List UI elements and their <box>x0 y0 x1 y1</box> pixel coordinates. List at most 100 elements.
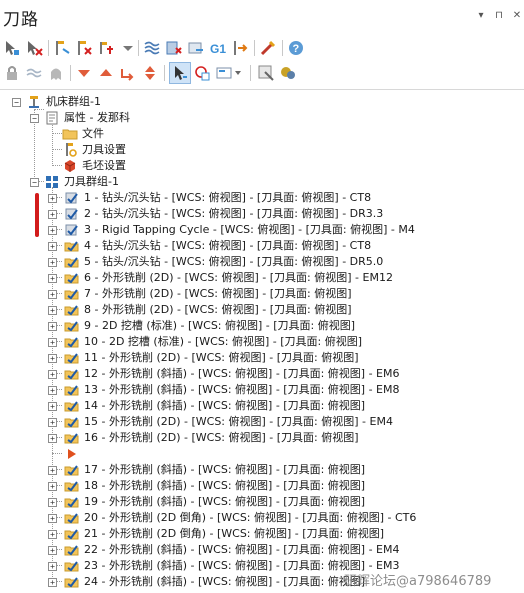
expand-toggle[interactable]: + <box>48 386 57 395</box>
tree-node-stock-setup[interactable]: 毛坯设置 <box>0 158 524 174</box>
operation-row[interactable]: +13 - 外形铣削 (斜插) - [WCS: 俯视图] - [刀具面: 俯视图… <box>0 382 524 398</box>
insert-arrow-row[interactable] <box>0 446 524 462</box>
folder-op-icon <box>64 334 80 350</box>
folder-op-icon <box>64 542 80 558</box>
hide-ghost-icon[interactable] <box>46 63 66 83</box>
post-selected-icon[interactable] <box>186 38 206 58</box>
expand-toggle[interactable]: + <box>48 466 57 475</box>
operation-row[interactable]: +6 - 外形铣削 (2D) - [WCS: 俯视图] - [刀具面: 俯视图]… <box>0 270 524 286</box>
select-cursor-icon[interactable] <box>169 62 191 84</box>
toggle-display-icon[interactable] <box>24 63 44 83</box>
expand-toggle[interactable]: + <box>48 562 57 571</box>
dropdown-icon[interactable] <box>118 38 138 58</box>
expand-toggle[interactable]: + <box>48 434 57 443</box>
tree-node-files[interactable]: 文件 <box>0 126 524 142</box>
select-all-operations-icon[interactable] <box>2 38 22 58</box>
operation-row[interactable]: +16 - 外形铣削 (2D) - [WCS: 俯视图] - [刀具面: 俯视图… <box>0 430 524 446</box>
folder-icon <box>62 126 78 142</box>
operation-row[interactable]: +18 - 外形铣削 (斜插) - [WCS: 俯视图] - [刀具面: 俯视图… <box>0 478 524 494</box>
select-dirty-icon[interactable] <box>96 38 116 58</box>
folder-op-icon <box>64 350 80 366</box>
expand-toggle[interactable]: + <box>48 354 57 363</box>
expand-toggle[interactable]: + <box>48 290 57 299</box>
expand-toggle[interactable]: + <box>48 322 57 331</box>
collapse-toggle[interactable]: − <box>12 98 21 107</box>
operation-row[interactable]: +11 - 外形铣削 (2D) - [WCS: 俯视图] - [刀具面: 俯视图… <box>0 350 524 366</box>
operation-row[interactable]: +12 - 外形铣削 (斜插) - [WCS: 俯视图] - [刀具面: 俯视图… <box>0 366 524 382</box>
move-insert-arrow-icon[interactable] <box>230 38 250 58</box>
expand-toggle[interactable]: + <box>48 370 57 379</box>
expand-toggle[interactable]: + <box>48 194 57 203</box>
insert-position-icon[interactable] <box>192 63 212 83</box>
operation-row[interactable]: +10 - 2D 挖槽 (标准) - [WCS: 俯视图] - [刀具面: 俯视… <box>0 334 524 350</box>
operation-label: 6 - 外形铣削 (2D) - [WCS: 俯视图] - [刀具面: 俯视图] … <box>84 271 393 284</box>
collapse-toggle[interactable]: − <box>30 114 39 123</box>
post-selected-gear-icon[interactable] <box>256 63 276 83</box>
move-up-down-icon[interactable] <box>140 63 160 83</box>
expand-toggle[interactable]: + <box>48 258 57 267</box>
operation-label: 21 - 外形铣削 (2D 倒角) - [WCS: 俯视图] - [刀具面: 俯… <box>84 527 385 540</box>
operation-row[interactable]: +2 - 钻头/沉头钻 - [WCS: 俯视图] - [刀具面: 俯视图] - … <box>0 206 524 222</box>
operation-row[interactable]: +4 - 钻头/沉头钻 - [WCS: 俯视图] - [刀具面: 俯视图] - … <box>0 238 524 254</box>
deselect-all-icon[interactable] <box>24 38 44 58</box>
collapse-toggle[interactable]: − <box>30 178 39 187</box>
expand-toggle[interactable]: + <box>48 498 57 507</box>
highfeed-icon[interactable] <box>278 63 298 83</box>
clear-selected-icon[interactable] <box>74 38 94 58</box>
operation-label: 5 - 钻头/沉头钻 - [WCS: 俯视图] - [刀具面: 俯视图] - D… <box>84 255 384 268</box>
operation-row[interactable]: +22 - 外形铣削 (斜插) - [WCS: 俯视图] - [刀具面: 俯视图… <box>0 542 524 558</box>
move-up-icon[interactable] <box>96 63 116 83</box>
expand-toggle[interactable]: + <box>48 514 57 523</box>
panel-titlebar: 刀路 ▾ ⊓ ✕ <box>0 0 524 34</box>
expand-toggle[interactable]: + <box>48 546 57 555</box>
operation-row[interactable]: +8 - 外形铣削 (2D) - [WCS: 俯视图] - [刀具面: 俯视图] <box>0 302 524 318</box>
tree-node-machine-group[interactable]: − 机床群组-1 <box>0 94 524 110</box>
expand-toggle[interactable]: + <box>48 338 57 347</box>
operation-row[interactable]: +7 - 外形铣削 (2D) - [WCS: 俯视图] - [刀具面: 俯视图] <box>0 286 524 302</box>
g1-post-icon[interactable]: G1 <box>208 38 228 58</box>
expand-toggle[interactable]: + <box>48 210 57 219</box>
operation-row[interactable]: +21 - 外形铣削 (2D 倒角) - [WCS: 俯视图] - [刀具面: … <box>0 526 524 542</box>
folder-op-icon <box>64 430 80 446</box>
expand-toggle[interactable]: + <box>48 418 57 427</box>
panel-menu-icon[interactable]: ▾ <box>475 10 487 22</box>
operation-row[interactable]: +20 - 外形铣削 (2D 倒角) - [WCS: 俯视图] - [刀具面: … <box>0 510 524 526</box>
operation-row[interactable]: +19 - 外形铣削 (斜插) - [WCS: 俯视图] - [刀具面: 俯视图… <box>0 494 524 510</box>
operation-label: 22 - 外形铣削 (斜插) - [WCS: 俯视图] - [刀具面: 俯视图]… <box>84 543 400 556</box>
expand-toggle[interactable]: + <box>48 226 57 235</box>
folder-op-icon <box>64 494 80 510</box>
regenerate-dirty-icon[interactable] <box>164 38 184 58</box>
pin-icon[interactable]: ⊓ <box>493 10 505 22</box>
operation-row[interactable]: +9 - 2D 挖槽 (标准) - [WCS: 俯视图] - [刀具面: 俯视图… <box>0 318 524 334</box>
operation-row[interactable]: +3 - Rigid Tapping Cycle - [WCS: 俯视图] - … <box>0 222 524 238</box>
toolpath-group-label: 刀具群组-1 <box>64 175 119 188</box>
expand-toggle[interactable]: + <box>48 242 57 251</box>
operation-row[interactable]: +1 - 钻头/沉头钻 - [WCS: 俯视图] - [刀具面: 俯视图] - … <box>0 190 524 206</box>
close-icon[interactable]: ✕ <box>511 10 523 22</box>
operation-label: 1 - 钻头/沉头钻 - [WCS: 俯视图] - [刀具面: 俯视图] - C… <box>84 191 372 204</box>
expand-toggle[interactable]: + <box>48 306 57 315</box>
operation-row[interactable]: +17 - 外形铣削 (斜插) - [WCS: 俯视图] - [刀具面: 俯视图… <box>0 462 524 478</box>
display-options-icon[interactable] <box>214 63 244 83</box>
regenerate-all-icon[interactable] <box>142 38 162 58</box>
toggle-select-icon[interactable] <box>52 38 72 58</box>
operation-row[interactable]: +5 - 钻头/沉头钻 - [WCS: 俯视图] - [刀具面: 俯视图] - … <box>0 254 524 270</box>
expand-toggle[interactable]: + <box>48 530 57 539</box>
expand-toggle[interactable]: + <box>48 578 57 587</box>
expand-toggle[interactable]: + <box>48 402 57 411</box>
move-insert-after-icon[interactable] <box>118 63 138 83</box>
folder-op-icon <box>64 462 80 478</box>
operation-row[interactable]: +14 - 外形铣削 (斜插) - [WCS: 俯视图] - [刀具面: 俯视图… <box>0 398 524 414</box>
toolbar-top: G1 ? <box>2 36 522 60</box>
tree-node-tool-settings[interactable]: 刀具设置 <box>0 142 524 158</box>
lock-icon[interactable] <box>2 63 22 83</box>
move-down-icon[interactable] <box>74 63 94 83</box>
operation-label: 7 - 外形铣削 (2D) - [WCS: 俯视图] - [刀具面: 俯视图] <box>84 287 352 300</box>
tree-node-properties[interactable]: − 属性 - 发那科 <box>0 110 524 126</box>
help-icon[interactable]: ? <box>286 38 306 58</box>
expand-toggle[interactable]: + <box>48 482 57 491</box>
toolpath-edit-icon[interactable] <box>258 38 278 58</box>
tree-node-toolpath-group[interactable]: − 刀具群组-1 <box>0 174 524 190</box>
operation-row[interactable]: +15 - 外形铣削 (2D) - [WCS: 俯视图] - [刀具面: 俯视图… <box>0 414 524 430</box>
expand-toggle[interactable]: + <box>48 274 57 283</box>
